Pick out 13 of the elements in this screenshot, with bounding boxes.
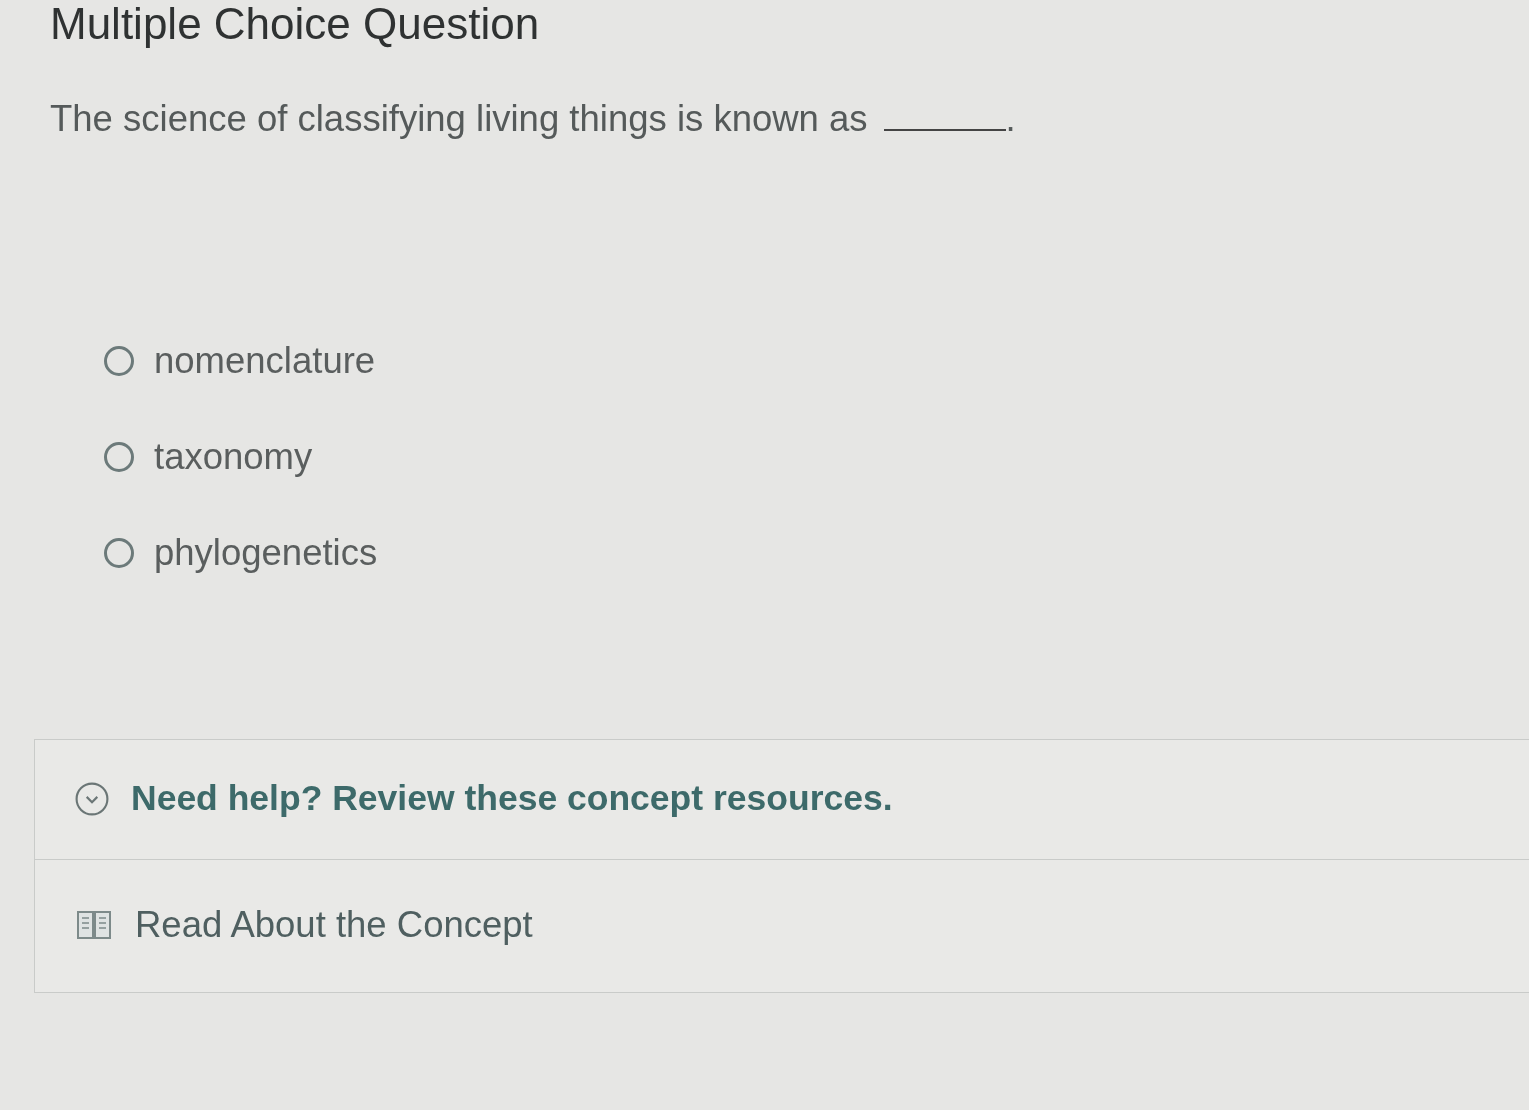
option-label[interactable]: nomenclature — [154, 340, 376, 382]
question-text: The science of classifying living things is known as — [50, 98, 868, 140]
option-label[interactable]: taxonomy — [154, 436, 313, 478]
radio-button[interactable] — [104, 538, 134, 568]
radio-button[interactable] — [104, 346, 134, 376]
book-icon — [77, 910, 111, 940]
question-heading: Multiple Choice Question — [50, 0, 540, 48]
help-heading[interactable]: Need help? Review these concept resources. — [131, 778, 893, 819]
resource-link[interactable]: Read About the Concept — [135, 904, 533, 946]
question-period: . — [1005, 98, 1016, 140]
option-label[interactable]: phylogenetics — [154, 532, 378, 574]
radio-button[interactable] — [104, 442, 134, 472]
chevron-icon[interactable] — [75, 781, 109, 816]
